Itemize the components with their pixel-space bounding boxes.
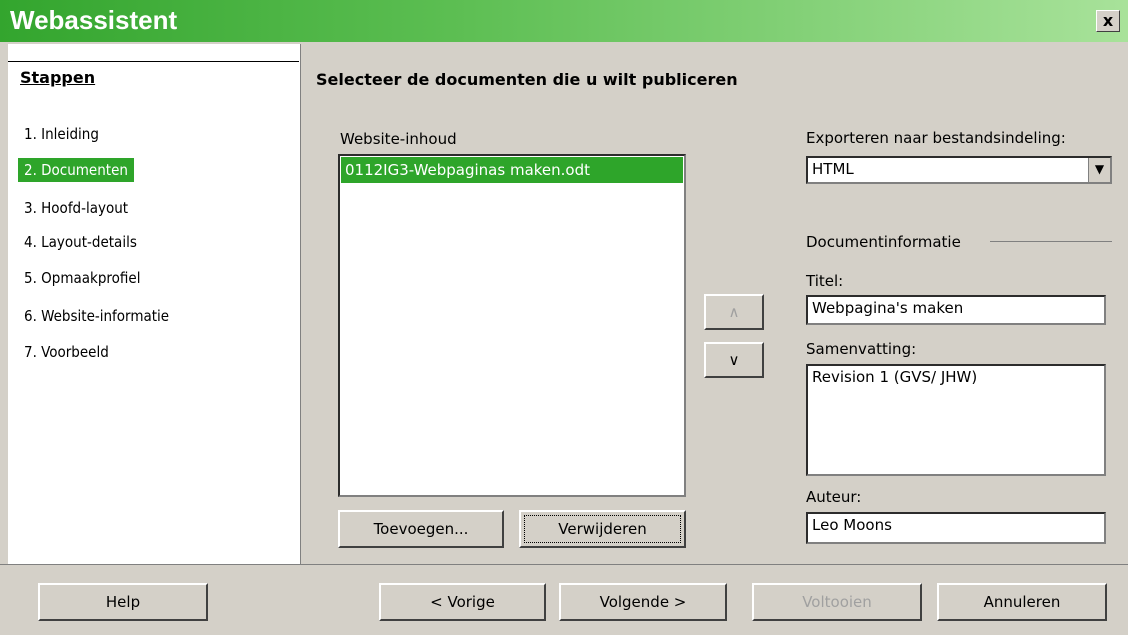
author-field[interactable]: Leo Moons — [806, 512, 1106, 544]
step-hoofd-layout[interactable]: 3. Hoofd-layout — [18, 196, 134, 220]
steps-sidebar: Stappen 1. Inleiding 2. Documenten 3. Ho… — [8, 44, 301, 564]
close-button[interactable]: x — [1096, 10, 1120, 32]
steps-divider — [8, 61, 299, 62]
title-field[interactable]: Webpagina's maken — [806, 295, 1106, 325]
chevron-down-icon[interactable]: ▼ — [1088, 158, 1110, 182]
step-website-informatie[interactable]: 6. Website-informatie — [18, 304, 175, 328]
website-content-label: Website-inhoud — [340, 130, 457, 148]
step-layout-details[interactable]: 4. Layout-details — [18, 230, 143, 254]
list-item[interactable]: 0112IG3-Webpaginas maken.odt — [341, 157, 683, 183]
finish-button[interactable]: Voltooien — [752, 583, 922, 621]
cancel-button[interactable]: Annuleren — [937, 583, 1107, 621]
export-format-select[interactable]: HTML ▼ — [806, 156, 1112, 184]
page-title: Selecteer de documenten die u wilt publi… — [316, 70, 738, 89]
summary-label: Samenvatting: — [806, 340, 917, 358]
move-up-button[interactable]: ∧ — [704, 294, 764, 330]
button-bar: Help < Vorige Volgende > Voltooien Annul… — [0, 564, 1128, 635]
add-button[interactable]: Toevoegen... — [338, 510, 504, 548]
back-button[interactable]: < Vorige — [379, 583, 546, 621]
title-label: Titel: — [806, 272, 844, 290]
window-title: Webassistent — [10, 5, 178, 35]
author-label: Auteur: — [806, 488, 862, 506]
docinfo-label: Documentinformatie — [806, 233, 961, 251]
next-button[interactable]: Volgende > — [559, 583, 727, 621]
summary-field[interactable]: Revision 1 (GVS/ JHW) — [806, 364, 1106, 476]
move-down-button[interactable]: ∨ — [704, 342, 764, 378]
steps-heading: Stappen — [20, 68, 96, 87]
documents-list[interactable]: 0112IG3-Webpaginas maken.odt — [338, 154, 686, 497]
docinfo-divider — [990, 241, 1112, 242]
export-format-label: Exporteren naar bestandsindeling: — [806, 129, 1066, 147]
help-button[interactable]: Help — [38, 583, 208, 621]
title-bar: Webassistent x — [0, 0, 1128, 42]
remove-button[interactable]: Verwijderen — [519, 510, 686, 548]
step-inleiding[interactable]: 1. Inleiding — [18, 122, 105, 146]
export-format-value: HTML — [812, 160, 854, 178]
step-documenten[interactable]: 2. Documenten — [18, 158, 134, 182]
step-voorbeeld[interactable]: 7. Voorbeeld — [18, 340, 115, 364]
step-opmaakprofiel[interactable]: 5. Opmaakprofiel — [18, 266, 146, 290]
